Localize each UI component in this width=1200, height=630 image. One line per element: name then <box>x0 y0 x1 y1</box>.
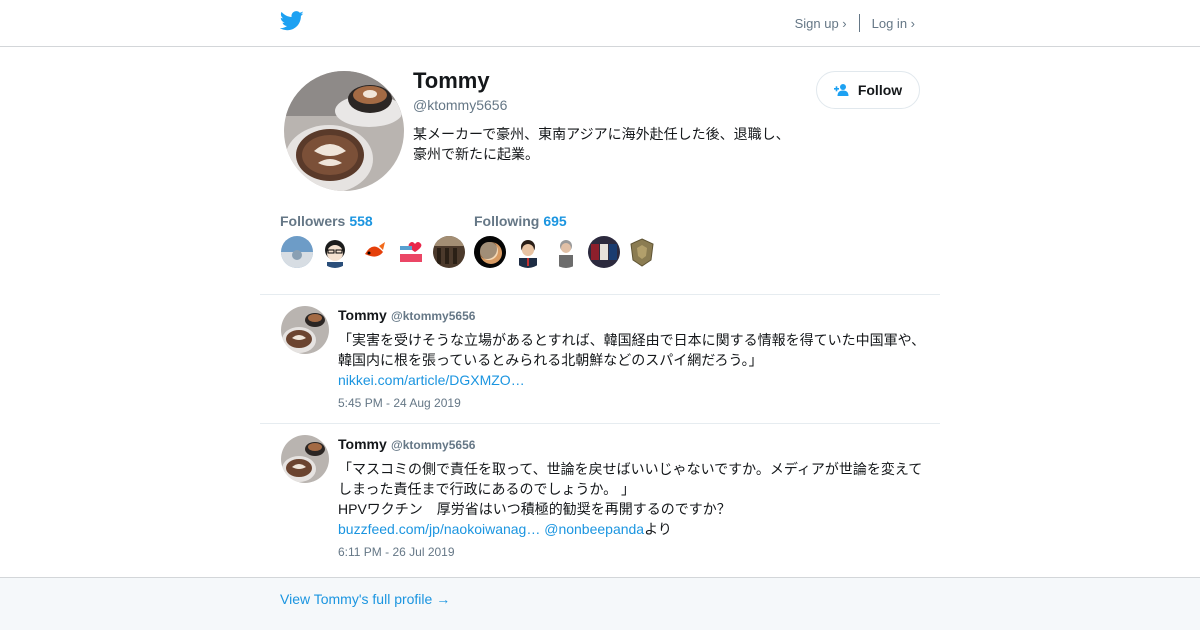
top-bar: Sign up › Log in › <box>0 0 1200 47</box>
tweet-line: 「マスコミの側で責任を取って、世論を戻せばいいじゃないですか。メディアが世論を変… <box>338 461 923 477</box>
tweet-timestamp[interactable]: 5:45 PM - 24 Aug 2019 <box>338 396 461 410</box>
tweet-author-handle[interactable]: @ktommy5656 <box>391 309 475 323</box>
link-divider <box>858 14 860 32</box>
profile-bio: 某メーカーで豪州、東南アジアに海外赴任した後、退職し、 豪州で新たに起業。 <box>413 124 813 164</box>
follower-avatar[interactable] <box>357 236 389 268</box>
follow-button[interactable]: Follow <box>816 71 920 109</box>
tweet-author-name[interactable]: Tommy <box>338 436 387 452</box>
follower-avatar[interactable] <box>281 236 313 268</box>
twitter-bird-icon[interactable] <box>280 11 304 31</box>
tweet-link[interactable]: buzzfeed.com/jp/naokoiwanag… <box>338 521 540 537</box>
login-link[interactable]: Log in › <box>872 16 915 31</box>
following-stat[interactable]: Following 695 <box>474 213 567 229</box>
auth-links: Sign up › Log in › <box>795 14 915 32</box>
tweet-avatar[interactable] <box>281 435 329 483</box>
tweet-timestamp[interactable]: 6:11 PM - 26 Jul 2019 <box>338 545 455 559</box>
following-label: Following <box>474 213 540 229</box>
tweet-link[interactable]: nikkei.com/article/DGXMZO… <box>338 372 525 388</box>
full-profile-link[interactable]: View Tommy's full profile → <box>280 591 450 607</box>
follow-button-label: Follow <box>857 82 903 98</box>
following-avatar[interactable] <box>474 236 506 268</box>
profile-avatar[interactable] <box>284 71 404 191</box>
tweet-author-handle[interactable]: @ktommy5656 <box>391 438 475 452</box>
signup-link[interactable]: Sign up › <box>795 16 847 31</box>
tweet-mention[interactable]: @nonbeepanda <box>544 521 644 537</box>
tweet-line: 韓国内に根を張っているとみられる北朝鮮などのスパイ網だろう。」 <box>338 352 763 368</box>
following-avatar[interactable] <box>550 236 582 268</box>
tweet-line: しまった責任まで行政にあるのでしょうか。 」 <box>338 481 636 497</box>
followers-stat[interactable]: Followers 558 <box>280 213 373 229</box>
tweet-line: 「実害を受けそうな立場があるとすれば、韓国経由で日本に関する情報を得ていた中国軍… <box>338 332 926 348</box>
profile-name[interactable]: Tommy <box>413 68 490 94</box>
tweet-avatar[interactable] <box>281 306 329 354</box>
bio-line: 某メーカーで豪州、東南アジアに海外赴任した後、退職し、 <box>413 126 790 142</box>
follower-avatar[interactable] <box>319 236 351 268</box>
divider <box>260 294 940 295</box>
followers-count: 558 <box>349 213 373 229</box>
following-avatar[interactable] <box>626 236 658 268</box>
follower-avatar[interactable] <box>433 236 465 268</box>
tweet-text: 「実害を受けそうな立場があるとすれば、韓国経由で日本に関する情報を得ていた中国軍… <box>338 330 930 390</box>
tweet-suffix: より <box>644 521 672 537</box>
tweet-text: 「マスコミの側で責任を取って、世論を戻せばいいじゃないですか。メディアが世論を変… <box>338 459 930 539</box>
bio-line: 豪州で新たに起業。 <box>413 146 539 162</box>
following-avatar[interactable] <box>512 236 544 268</box>
tweet-line: HPVワクチン 厚労省はいつ積極的勧奨を再開するのですか？ <box>338 501 731 517</box>
follower-avatar[interactable] <box>395 236 427 268</box>
followers-label: Followers <box>280 213 346 229</box>
footer: View Tommy's full profile → <box>0 577 1200 630</box>
following-count: 695 <box>543 213 567 229</box>
divider <box>260 423 940 424</box>
profile-handle[interactable]: @ktommy5656 <box>413 97 507 113</box>
add-user-icon <box>833 84 849 96</box>
following-avatar[interactable] <box>588 236 620 268</box>
tweet-author-name[interactable]: Tommy <box>338 307 387 323</box>
